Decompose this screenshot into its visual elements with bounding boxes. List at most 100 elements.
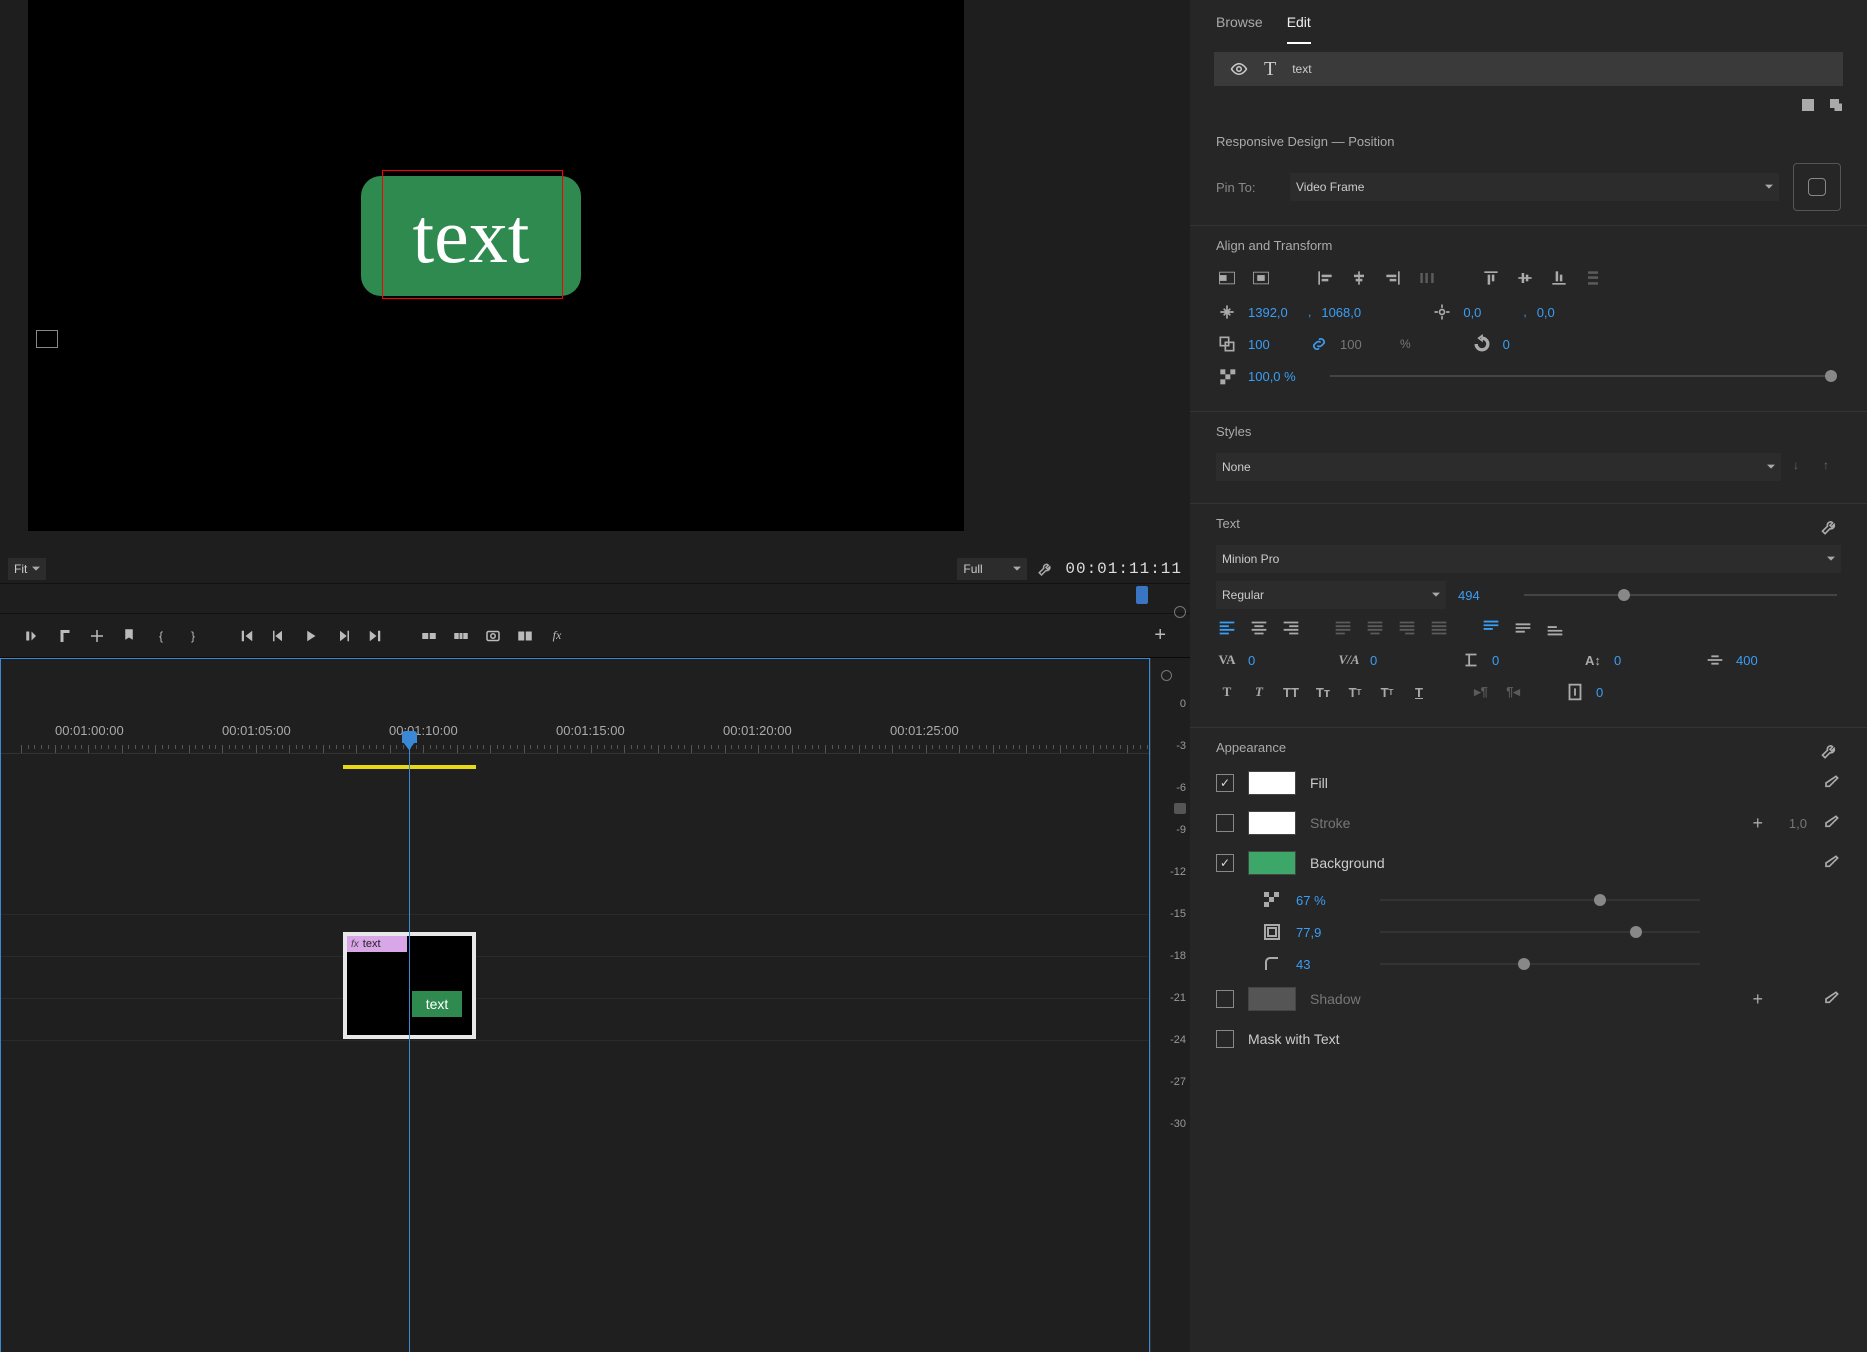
faux-bold-icon[interactable]: T: [1216, 681, 1238, 703]
add-shadow-icon[interactable]: +: [1752, 989, 1763, 1010]
go-to-in-icon[interactable]: [238, 627, 256, 645]
style-select[interactable]: None: [1216, 453, 1781, 481]
align-bottom-icon[interactable]: [1548, 267, 1570, 289]
time-ruler[interactable]: 00:01:00:00 00:01:05:00 00:01:10:00 00:0…: [1, 659, 1149, 754]
timecode-display[interactable]: 00:01:11:11: [1065, 560, 1182, 578]
opacity-value[interactable]: 100,0 %: [1248, 369, 1298, 384]
align-v-center-icon[interactable]: [1514, 267, 1536, 289]
new-layer-icon[interactable]: [1827, 96, 1845, 114]
text-align-right-icon[interactable]: [1280, 617, 1302, 639]
stroke-checkbox[interactable]: [1216, 814, 1234, 832]
bg-opacity-value[interactable]: 67 %: [1296, 893, 1346, 908]
align-top-icon[interactable]: [1480, 267, 1502, 289]
all-caps-icon[interactable]: TT: [1280, 681, 1302, 703]
pin-target-widget[interactable]: [1793, 163, 1841, 211]
tsume-value[interactable]: 400: [1736, 653, 1786, 668]
add-marker-icon[interactable]: [24, 627, 42, 645]
tracking-value[interactable]: 0: [1370, 653, 1420, 668]
style-push-down-icon[interactable]: ↓: [1793, 458, 1811, 476]
background-color-swatch[interactable]: [1248, 851, 1296, 875]
text-align-left-icon[interactable]: [1216, 617, 1238, 639]
font-size-slider[interactable]: [1524, 594, 1837, 596]
anchor-point-icon[interactable]: [1431, 301, 1453, 323]
link-scale-icon[interactable]: [1308, 333, 1330, 355]
indent-value[interactable]: 0: [1596, 685, 1646, 700]
align-left-icon[interactable]: [1314, 267, 1336, 289]
small-caps-icon[interactable]: Tᴛ: [1312, 681, 1334, 703]
font-size[interactable]: 494: [1458, 588, 1508, 603]
align-h-left-canvas-icon[interactable]: [1216, 267, 1238, 289]
position-x[interactable]: 1392,0: [1248, 305, 1298, 320]
mark-in-brace-icon[interactable]: {: [152, 627, 170, 645]
add-stroke-icon[interactable]: +: [1752, 813, 1763, 834]
marker-strip[interactable]: [0, 583, 1190, 613]
leading-value[interactable]: 0: [1492, 653, 1542, 668]
tab-browse[interactable]: Browse: [1216, 14, 1263, 44]
rotation-icon[interactable]: [1471, 333, 1493, 355]
bg-radius-slider[interactable]: [1380, 963, 1700, 965]
rotation-value[interactable]: 0: [1503, 337, 1553, 352]
bg-size-slider[interactable]: [1380, 931, 1700, 933]
mask-checkbox[interactable]: [1216, 1030, 1234, 1048]
bg-radius-value[interactable]: 43: [1296, 957, 1346, 972]
anchor-x[interactable]: 0,0: [1463, 305, 1513, 320]
canvas-text[interactable]: text: [413, 197, 530, 275]
position-y[interactable]: 1068,0: [1321, 305, 1371, 320]
timeline-zoom-handle[interactable]: [1174, 606, 1186, 618]
baseline-value[interactable]: 0: [1614, 653, 1664, 668]
scale-icon[interactable]: [1216, 333, 1238, 355]
step-back-icon[interactable]: [270, 627, 288, 645]
style-push-up-icon[interactable]: ↑: [1823, 458, 1841, 476]
go-to-out-icon[interactable]: [366, 627, 384, 645]
shadow-checkbox[interactable]: [1216, 990, 1234, 1008]
button-editor-icon[interactable]: +: [1154, 624, 1166, 647]
background-checkbox[interactable]: [1216, 854, 1234, 872]
align-right-icon[interactable]: [1382, 267, 1404, 289]
align-h-center-canvas-icon[interactable]: [1250, 267, 1272, 289]
visibility-icon[interactable]: [1230, 60, 1248, 78]
zoom-handle-top[interactable]: [1161, 670, 1172, 681]
stroke-color-swatch[interactable]: [1248, 811, 1296, 835]
scale-value[interactable]: 100: [1248, 337, 1298, 352]
bg-opacity-slider[interactable]: [1380, 899, 1700, 901]
shadow-eyedropper-icon[interactable]: [1821, 989, 1841, 1009]
play-icon[interactable]: [302, 627, 320, 645]
fx-icon[interactable]: fx: [548, 627, 566, 645]
zoom-scrollbar[interactable]: [1174, 803, 1186, 814]
shadow-color-swatch[interactable]: [1248, 987, 1296, 1011]
text-middle-icon[interactable]: [1512, 617, 1534, 639]
bg-size-value[interactable]: 77,9: [1296, 925, 1346, 940]
stroke-width[interactable]: 1,0: [1777, 816, 1807, 831]
opacity-icon[interactable]: [1216, 365, 1238, 387]
subscript-icon[interactable]: TT: [1376, 681, 1398, 703]
layer-row[interactable]: T text: [1214, 52, 1843, 86]
tategaki-icon[interactable]: [1564, 681, 1586, 703]
fill-color-swatch[interactable]: [1248, 771, 1296, 795]
step-forward-icon[interactable]: [334, 627, 352, 645]
preview-canvas[interactable]: text: [28, 0, 964, 531]
font-select[interactable]: Minion Pro: [1216, 545, 1841, 573]
anchor-y[interactable]: 0,0: [1537, 305, 1587, 320]
zoom-select[interactable]: Fit: [8, 558, 46, 580]
text-align-center-icon[interactable]: [1248, 617, 1270, 639]
pin-to-select[interactable]: Video Frame: [1290, 173, 1779, 201]
text-bottom-icon[interactable]: [1544, 617, 1566, 639]
fill-checkbox[interactable]: [1216, 774, 1234, 792]
appearance-settings-wrench-icon[interactable]: [1819, 740, 1841, 762]
timeline-area[interactable]: 00:01:00:00 00:01:05:00 00:01:10:00 00:0…: [0, 658, 1150, 1352]
marker-icon[interactable]: [120, 627, 138, 645]
font-weight-select[interactable]: Regular: [1216, 581, 1446, 609]
mark-in-icon[interactable]: [56, 627, 74, 645]
fill-eyedropper-icon[interactable]: [1821, 773, 1841, 793]
new-from-template-icon[interactable]: [1799, 96, 1817, 114]
text-background-shape[interactable]: text: [361, 176, 581, 296]
faux-italic-icon[interactable]: T: [1248, 681, 1270, 703]
opacity-slider[interactable]: [1330, 375, 1837, 377]
lift-icon[interactable]: [420, 627, 438, 645]
comparison-view-icon[interactable]: [516, 627, 534, 645]
playhead[interactable]: [409, 745, 410, 1352]
superscript-icon[interactable]: TT: [1344, 681, 1366, 703]
wrench-icon[interactable]: [1037, 560, 1055, 578]
align-h-center-icon[interactable]: [1348, 267, 1370, 289]
extract-icon[interactable]: [452, 627, 470, 645]
